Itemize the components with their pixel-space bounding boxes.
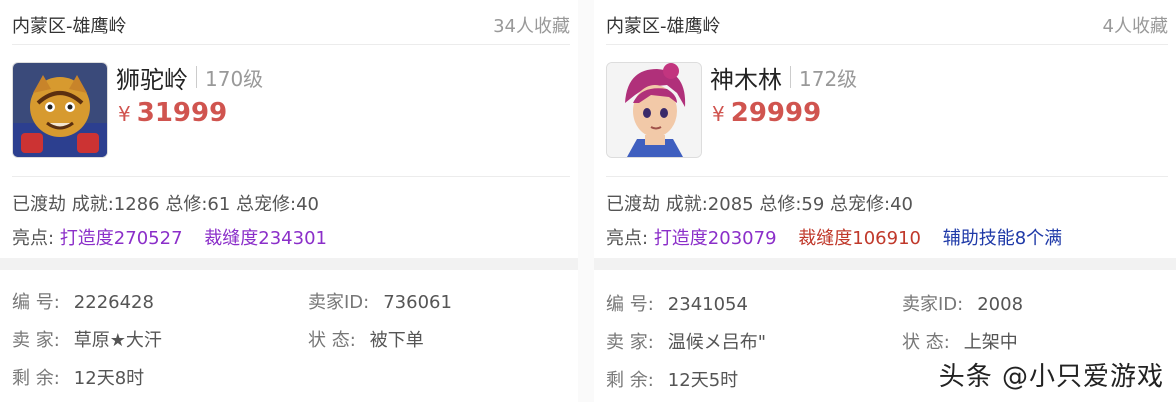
highlight-tailor: 裁缝度234301 [204,228,327,249]
highlights-label: 亮点: [12,228,55,249]
favorites-count[interactable]: 4人收藏 [1103,12,1168,38]
seller-id-row: 卖家ID: 2008 [902,290,1023,316]
seller-row: 卖 家: 温候メ吕布" [606,328,766,354]
character-school: 狮驼岭 [116,66,188,94]
highlights: 亮点: 打造度270527 裁缝度234301 [12,224,343,250]
serial-value: 2341054 [667,294,748,315]
listing-card-1[interactable]: 内蒙区-雄鹰岭 34人收藏 狮驼岭 170级 ¥31999 已渡劫 成就:128… [0,0,578,402]
seller-id-row: 卖家ID: 736061 [308,288,452,314]
divider [606,176,1168,177]
serial-value: 2226428 [73,292,154,313]
name-level-separator [196,66,197,88]
seller-id-value: 2008 [977,294,1024,315]
highlights-label: 亮点: [606,228,649,249]
card-header: 内蒙区-雄鹰岭 4人收藏 [606,0,1168,45]
price: ¥29999 [712,98,821,128]
remaining-value: 12天5时 [667,370,739,391]
remaining-value: 12天8时 [73,368,145,389]
price-value: 31999 [136,98,228,128]
serial-row: 编 号: 2341054 [606,290,748,316]
serial-key: 编 号: [12,292,60,313]
status-value: 上架中 [963,332,1018,353]
seller-id-key: 卖家ID: [902,294,964,315]
character-avatar[interactable] [12,62,108,158]
seller-key: 卖 家: [12,330,60,351]
remaining-row: 剩 余: 12天8时 [12,364,144,390]
remaining-row: 剩 余: 12天5时 [606,366,738,392]
seller-value[interactable]: 草原★大汗 [74,330,162,351]
character-school: 神木林 [710,66,782,94]
status-value: 被下单 [369,330,424,351]
seller-row: 卖 家: 草原★大汗 [12,326,162,352]
card-header: 内蒙区-雄鹰岭 34人收藏 [12,0,570,45]
seller-id-value: 736061 [383,292,452,313]
currency-symbol: ¥ [712,102,725,126]
serial-key: 编 号: [606,294,654,315]
seller-key: 卖 家: [606,332,654,353]
girl-character-avatar-icon [607,63,701,157]
status-key: 状 态: [902,332,950,353]
status-key: 状 态: [308,330,356,351]
region-label: 内蒙区-雄鹰岭 [606,16,721,37]
status-row: 状 态: 被下单 [308,326,424,352]
remaining-key: 剩 余: [12,368,60,389]
tiger-warrior-avatar-icon [13,63,107,157]
section-band [594,258,1176,270]
price-value: 29999 [730,98,822,128]
card-gap [578,0,594,402]
favorites-count[interactable]: 34人收藏 [493,12,570,38]
section-band [0,258,578,270]
highlight-assist-skills: 辅助技能8个满 [942,228,1063,249]
watermark: 头条 @小只爱游戏 [938,362,1164,392]
character-stats: 已渡劫 成就:1286 总修:61 总宠修:40 [12,194,319,215]
highlights: 亮点: 打造度203079 裁缝度106910 辅助技能8个满 [606,224,1078,250]
highlight-forge: 打造度270527 [59,228,183,249]
status-row: 状 态: 上架中 [902,328,1018,354]
currency-symbol: ¥ [118,102,131,126]
remaining-key: 剩 余: [606,370,654,391]
highlight-tailor: 裁缝度106910 [798,228,921,249]
region-label: 内蒙区-雄鹰岭 [12,16,127,37]
price: ¥31999 [118,98,227,128]
serial-row: 编 号: 2226428 [12,288,154,314]
seller-id-key: 卖家ID: [308,292,370,313]
name-level-separator [790,66,791,88]
highlight-forge: 打造度203079 [653,228,777,249]
character-stats: 已渡劫 成就:2085 总修:59 总宠修:40 [606,194,913,215]
seller-value[interactable]: 温候メ吕布" [668,332,766,353]
divider [12,176,570,177]
listing-card-2[interactable]: 内蒙区-雄鹰岭 4人收藏 神木林 172级 ¥29999 已渡劫 成就:2085… [594,0,1176,402]
character-level: 172级 [799,67,858,91]
character-level: 170级 [205,67,264,91]
character-avatar[interactable] [606,62,702,158]
